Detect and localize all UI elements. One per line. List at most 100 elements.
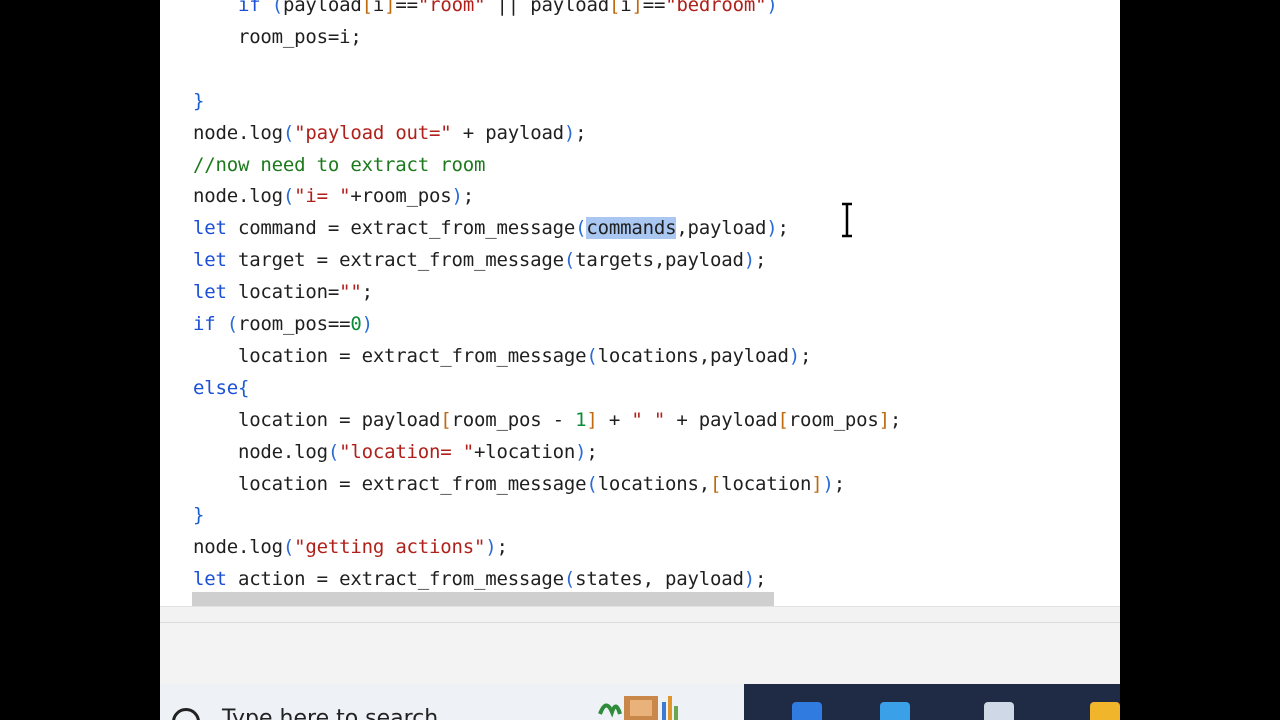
code-line[interactable]: else{ bbox=[193, 372, 249, 404]
code-token: } bbox=[193, 89, 205, 112]
code-line[interactable]: let target = extract_from_message(target… bbox=[193, 244, 766, 276]
code-token: ( bbox=[586, 472, 598, 495]
code-token: "" bbox=[339, 281, 362, 304]
code-token: ) bbox=[766, 217, 778, 240]
file-explorer-icon[interactable] bbox=[1090, 702, 1120, 720]
app-icon[interactable] bbox=[984, 702, 1014, 720]
code-line[interactable]: room_pos=i; bbox=[193, 21, 362, 53]
code-token: ( bbox=[282, 185, 295, 208]
code-token: || bbox=[485, 0, 531, 16]
code-token: room_pos== bbox=[237, 313, 351, 335]
text-cursor-icon bbox=[842, 202, 852, 238]
code-token: [ bbox=[440, 408, 452, 431]
code-line[interactable]: let command = extract_from_message(comma… bbox=[193, 212, 789, 244]
code-line[interactable]: //now need to extract room bbox=[193, 149, 485, 181]
code-token: ; bbox=[833, 472, 845, 495]
code-token: + payload bbox=[665, 408, 778, 431]
code-token: locations, bbox=[597, 472, 711, 495]
code-token: ( bbox=[226, 313, 238, 335]
code-token: ( bbox=[327, 440, 340, 463]
code-token: ; bbox=[889, 408, 902, 431]
code-token: ; bbox=[754, 249, 767, 272]
code-token: ; bbox=[496, 536, 508, 559]
taskbar-apps bbox=[744, 684, 1120, 720]
code-line[interactable]: node.log("location= "+location); bbox=[193, 436, 598, 468]
code-token: ] bbox=[878, 408, 890, 431]
code-line[interactable]: node.log("getting actions"); bbox=[193, 531, 508, 563]
code-token: ) bbox=[822, 472, 834, 495]
code-token: [ bbox=[710, 472, 722, 495]
code-token: location = payload bbox=[193, 408, 441, 431]
code-line[interactable]: if (room_pos==0) bbox=[193, 308, 373, 340]
code-token: node.log bbox=[193, 121, 283, 144]
code-token: ] bbox=[631, 0, 643, 16]
code-token: ; bbox=[586, 440, 598, 463]
code-token: targets,payload bbox=[575, 249, 744, 272]
code-token: ( bbox=[586, 344, 598, 367]
code-token: ) bbox=[485, 536, 497, 559]
code-token: ) bbox=[743, 249, 755, 272]
code-token: ( bbox=[563, 568, 576, 591]
code-token: locations,payload bbox=[597, 344, 789, 367]
code-token: == bbox=[395, 0, 418, 16]
code-token: node.log bbox=[193, 440, 328, 463]
code-token: 1 bbox=[575, 408, 587, 431]
code-line[interactable]: let location=""; bbox=[193, 276, 373, 308]
code-token: ( bbox=[563, 249, 576, 272]
code-editor[interactable]: if (payload[i]=="room" || payload[i]=="b… bbox=[160, 0, 1120, 606]
code-token: if bbox=[237, 0, 261, 16]
code-line[interactable]: node.log("payload out=" + payload); bbox=[193, 117, 587, 149]
code-token: "i= " bbox=[294, 185, 351, 208]
code-token: "payload out=" bbox=[294, 121, 452, 144]
code-token: + bbox=[597, 408, 632, 431]
code-line[interactable]: location = payload[room_pos - 1] + " " +… bbox=[193, 404, 901, 436]
code-token: ( bbox=[282, 536, 295, 559]
search-placeholder: Type here to search bbox=[222, 706, 439, 720]
panel-divider bbox=[160, 606, 1120, 623]
code-token: let bbox=[193, 568, 227, 591]
code-token: } bbox=[193, 504, 205, 527]
code-line[interactable]: node.log("i= "+room_pos); bbox=[193, 180, 474, 212]
code-token: location = extract_from_message bbox=[193, 472, 587, 495]
code-token: [ bbox=[777, 408, 789, 431]
code-token: "location= " bbox=[339, 440, 474, 463]
code-token: ) bbox=[575, 440, 587, 463]
code-token: payload bbox=[530, 0, 609, 16]
code-token: +location bbox=[474, 440, 576, 463]
code-token: ) bbox=[788, 344, 800, 367]
code-line[interactable]: } bbox=[193, 85, 204, 117]
horizontal-scrollbar[interactable] bbox=[192, 592, 774, 606]
widgets-icon[interactable] bbox=[596, 692, 680, 720]
code-token: ] bbox=[384, 0, 396, 16]
search-icon bbox=[172, 708, 200, 720]
code-token: 0 bbox=[350, 313, 362, 335]
code-token: command = extract_from_message bbox=[226, 217, 576, 240]
code-token: ) bbox=[743, 568, 755, 591]
code-line[interactable]: location = extract_from_message(location… bbox=[193, 340, 811, 372]
code-token: [ bbox=[608, 0, 621, 16]
code-token: ) bbox=[361, 313, 373, 335]
taskbar-search[interactable]: Type here to search bbox=[160, 684, 744, 720]
code-token: states, payload bbox=[575, 568, 744, 591]
code-token: [ bbox=[361, 0, 373, 16]
code-line[interactable]: let action = extract_from_message(states… bbox=[193, 563, 766, 595]
store-icon[interactable] bbox=[880, 702, 910, 720]
code-token: action = extract_from_message bbox=[226, 568, 564, 591]
code-line[interactable]: location = extract_from_message(location… bbox=[193, 468, 845, 500]
code-token: target = extract_from_message bbox=[226, 249, 564, 272]
code-token: room_pos bbox=[788, 408, 879, 431]
copilot-icon[interactable] bbox=[792, 702, 822, 720]
code-token: ( bbox=[282, 121, 295, 144]
code-token: ] bbox=[586, 408, 598, 431]
code-token: let bbox=[193, 217, 227, 240]
code-token: else bbox=[193, 376, 238, 399]
code-line[interactable]: } bbox=[193, 499, 204, 531]
code-line[interactable]: if (payload[i]=="room" || payload[i]=="b… bbox=[193, 0, 778, 21]
code-token: ) bbox=[766, 0, 778, 16]
code-token: "room" bbox=[417, 0, 486, 16]
code-token: payload bbox=[282, 0, 362, 16]
taskbar: Type here to search bbox=[160, 684, 1120, 720]
code-token: ] bbox=[811, 472, 823, 495]
